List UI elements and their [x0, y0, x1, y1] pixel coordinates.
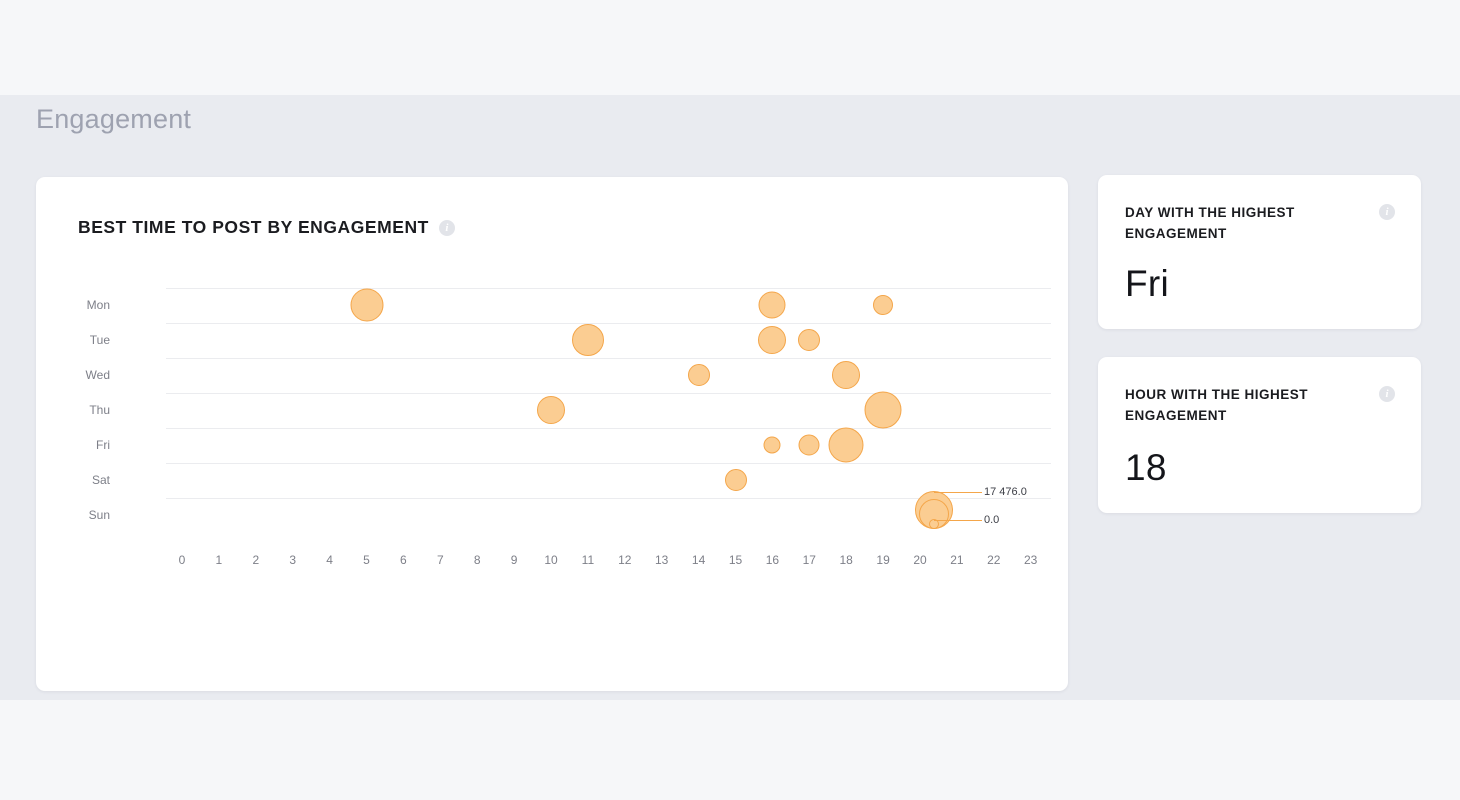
x-axis-label-13: 13 [655, 553, 669, 567]
gridline [166, 392, 1051, 394]
bubble-wed-14[interactable] [687, 364, 710, 386]
x-axis-label-18: 18 [839, 553, 853, 567]
y-axis-label-tue: Tue [89, 333, 110, 347]
app-root: Engagement BEST TIME TO POST BY ENGAGEME… [0, 0, 1460, 800]
info-icon[interactable]: i [1379, 204, 1395, 220]
bubble-mon-16[interactable] [758, 291, 786, 319]
chart-title: BEST TIME TO POST BY ENGAGEMENT [78, 217, 429, 237]
x-axis-label-0: 0 [178, 553, 186, 567]
y-axis-label-wed: Wed [85, 368, 110, 382]
x-axis-label-8: 8 [473, 553, 481, 567]
kpi-value: 18 [1125, 447, 1167, 488]
x-axis-label-14: 14 [691, 553, 706, 567]
x-axis-label-10: 10 [544, 553, 558, 567]
x-axis-label-19: 19 [876, 553, 890, 567]
gridline [166, 357, 1051, 359]
x-axis-label-21: 21 [950, 553, 964, 567]
bubble-thu-19[interactable] [864, 391, 902, 429]
gridline [166, 462, 1051, 464]
bubble-sat-15[interactable] [724, 469, 747, 491]
chart-header: BEST TIME TO POST BY ENGAGEMENT i [78, 217, 455, 238]
x-axis-label-5: 5 [363, 553, 370, 567]
gridline [166, 322, 1051, 324]
bubble-thu-10[interactable] [537, 396, 565, 424]
bubble-mon-5[interactable] [350, 288, 383, 322]
bubble-fri-16[interactable] [763, 436, 781, 454]
y-axis-label-sun: Sun [88, 508, 110, 522]
kpi-label: HOUR WITH THE HIGHEST ENGAGEMENT [1125, 387, 1308, 423]
bubble-fri-18[interactable] [828, 427, 864, 463]
bubble-fri-17[interactable] [798, 434, 820, 456]
bubble-tue-11[interactable] [571, 324, 604, 356]
x-axis-label-4: 4 [326, 553, 333, 567]
x-axis-label-23: 23 [1024, 553, 1038, 567]
y-axis-label-fri: Fri [96, 438, 110, 452]
kpi-card-hour-highest-engagement: HOUR WITH THE HIGHEST ENGAGEMENT i 18 [1098, 357, 1421, 513]
gridline [166, 287, 1051, 289]
legend-leader-line [934, 492, 982, 493]
y-axis-label-thu: Thu [89, 403, 110, 417]
x-axis-label-20: 20 [913, 553, 927, 567]
bubble-tue-17[interactable] [798, 329, 821, 351]
legend-max-label: 17 476.0 [984, 486, 1027, 498]
bubble-tue-16[interactable] [758, 326, 787, 354]
x-axis-label-2: 2 [252, 553, 260, 567]
x-axis-label-9: 9 [510, 553, 518, 567]
gridline [166, 427, 1051, 429]
x-axis-label-12: 12 [618, 553, 632, 567]
info-icon[interactable]: i [1379, 386, 1395, 402]
kpi-value: Fri [1125, 263, 1170, 304]
bubble-mon-19[interactable] [873, 295, 894, 315]
kpi-card-day-highest-engagement: DAY WITH THE HIGHEST ENGAGEMENT i Fri [1098, 175, 1421, 329]
y-axis-label-mon: Mon [86, 298, 110, 312]
x-axis-label-1: 1 [215, 553, 223, 567]
legend-min-label: 0.0 [984, 514, 1000, 526]
x-axis-label-17: 17 [802, 553, 816, 567]
bubble-wed-18[interactable] [832, 361, 861, 389]
x-axis-label-11: 11 [581, 553, 595, 567]
info-icon[interactable]: i [438, 219, 455, 236]
bubble-size-legend: 17 476.0 0.0 [894, 475, 1034, 535]
page-title: Engagement [36, 104, 192, 134]
x-axis-label-3: 3 [289, 553, 297, 567]
x-axis-label-15: 15 [728, 553, 743, 567]
x-axis-label-16: 16 [765, 553, 780, 567]
bubble-plot: Mon Tue Wed Thu Fri Sat Sun 0 1 2 3 4 5 6 7 8 9 10 11 12 13 1… [86, 287, 1068, 627]
kpi-label: DAY WITH THE HIGHEST ENGAGEMENT [1125, 205, 1295, 241]
best-time-to-post-chart-card: BEST TIME TO POST BY ENGAGEMENT i Mon Tue… [36, 177, 1068, 691]
x-axis-label-22: 22 [987, 553, 1001, 567]
x-axis-label-7: 7 [436, 553, 444, 567]
y-axis-label-sat: Sat [91, 473, 110, 487]
legend-leader-line [934, 520, 982, 521]
x-axis-label-6: 6 [400, 553, 407, 567]
